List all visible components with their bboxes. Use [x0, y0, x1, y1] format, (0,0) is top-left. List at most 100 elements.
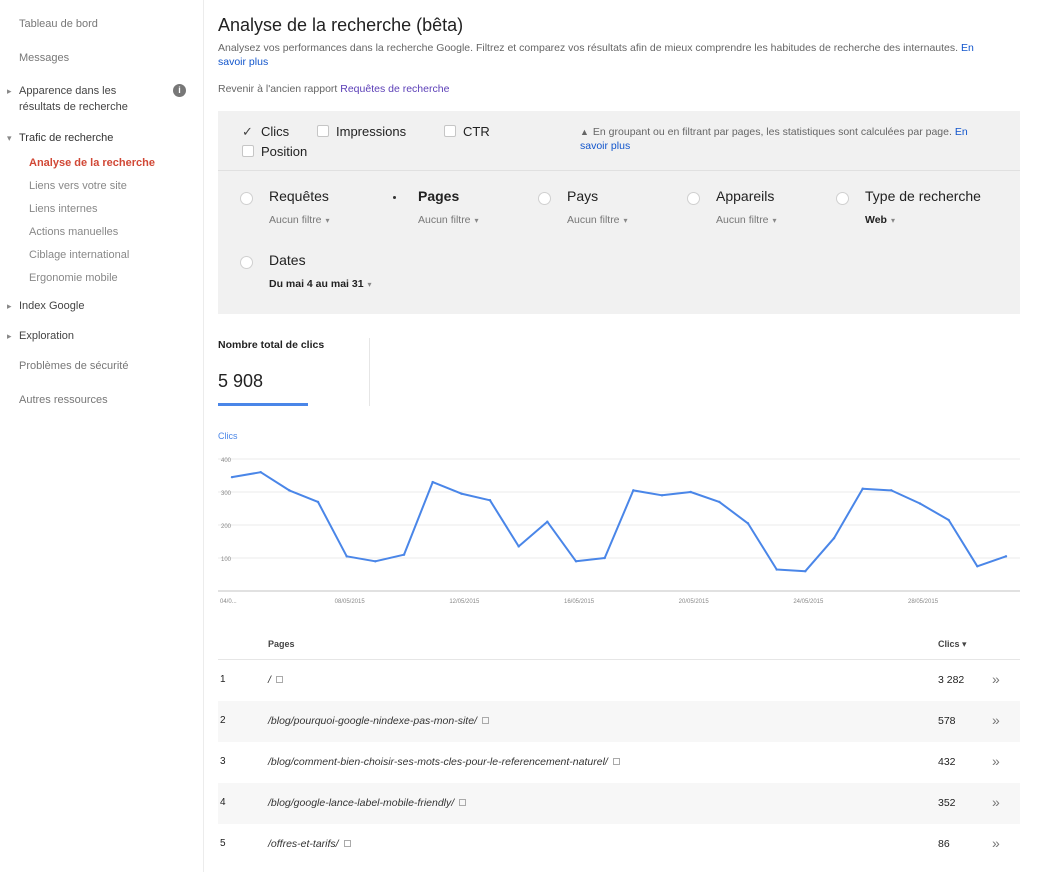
row-page-link[interactable]: /	[268, 674, 283, 686]
dimension-pages-filter[interactable]: Aucun filtre ▾	[418, 214, 479, 226]
radio-icon	[538, 192, 551, 205]
sidebar-item-dashboard[interactable]: Tableau de bord	[19, 16, 98, 32]
sidebar-subitem-search-analytics[interactable]: Analyse de la recherche	[29, 155, 155, 171]
metric-note-text: En groupant ou en filtrant par pages, le…	[592, 126, 952, 138]
data-point[interactable]	[431, 480, 434, 484]
external-link-icon[interactable]	[459, 799, 467, 806]
data-point[interactable]	[861, 487, 864, 490]
x-tick-label: 20/05/2015	[679, 599, 710, 605]
x-tick-label: 16/05/2015	[564, 599, 595, 605]
data-point[interactable]	[546, 520, 549, 523]
data-point[interactable]	[718, 500, 721, 504]
row-details-button[interactable]: »	[992, 835, 1000, 851]
data-point[interactable]	[316, 500, 320, 504]
revert-report-link[interactable]: Requêtes de recherche	[340, 83, 449, 95]
sidebar-item-other-resources[interactable]: Autres ressources	[19, 392, 108, 408]
divider	[369, 338, 370, 406]
row-rank: 4	[220, 797, 226, 808]
radio-icon	[240, 192, 253, 205]
sidebar-subitem-mobile-usability[interactable]: Ergonomie mobile	[29, 270, 118, 286]
data-point[interactable]	[632, 489, 635, 492]
sidebar: Tableau de bord Messages Apparence dans …	[0, 0, 204, 872]
data-point[interactable]	[947, 518, 950, 522]
data-point[interactable]	[230, 475, 234, 479]
row-page-link[interactable]: /blog/pourquoi-google-nindexe-pas-mon-si…	[268, 715, 489, 727]
data-point[interactable]	[890, 489, 893, 492]
sidebar-item-search-traffic[interactable]: Trafic de recherche	[7, 130, 113, 146]
chevron-down-icon: ▾	[367, 280, 372, 289]
dimension-dates-label: Dates	[269, 252, 306, 268]
sidebar-subitem-international-targeting[interactable]: Ciblage international	[29, 247, 129, 263]
dimension-devices-label: Appareils	[716, 188, 775, 204]
metric-position-checkbox[interactable]: Position	[242, 144, 307, 159]
row-rank: 5	[220, 838, 226, 849]
dimension-countries-filter[interactable]: Aucun filtre ▾	[567, 214, 628, 226]
external-link-icon[interactable]	[275, 676, 283, 683]
sidebar-subitem-internal-links[interactable]: Liens internes	[29, 201, 98, 217]
data-point[interactable]	[918, 502, 922, 505]
chart-series-label: Clics	[218, 431, 238, 441]
row-page-text: /	[268, 674, 271, 686]
chevron-down-icon: ▾	[890, 216, 895, 225]
metric-impressions-checkbox[interactable]: Impressions	[317, 124, 406, 139]
row-details-button[interactable]: »	[992, 753, 1000, 769]
table-row: 1 / 3 282 »	[218, 660, 1020, 701]
data-point[interactable]	[804, 570, 807, 573]
external-link-icon[interactable]	[343, 840, 351, 847]
data-point[interactable]	[1004, 555, 1008, 558]
row-details-button[interactable]: »	[992, 671, 1000, 687]
data-point[interactable]	[603, 556, 606, 560]
sidebar-subitem-manual-actions[interactable]: Actions manuelles	[29, 224, 118, 240]
filter-panel: ✓ Clics Impressions CTR Position ▲ En grou…	[218, 111, 1020, 314]
column-header-pages: Pages	[268, 639, 295, 649]
data-point[interactable]	[402, 553, 406, 556]
data-point[interactable]	[288, 489, 291, 492]
table-row: 5/offres-et-tarifs/86 »	[218, 824, 1020, 865]
dimension-search-type-filter[interactable]: Web ▾	[865, 214, 895, 226]
data-point[interactable]	[689, 490, 692, 494]
data-point[interactable]	[345, 555, 348, 558]
row-page-link[interactable]: /offres-et-tarifs/	[268, 838, 351, 850]
metric-ctr-checkbox[interactable]: CTR	[444, 124, 490, 139]
data-point[interactable]	[374, 560, 377, 563]
checkbox-icon	[317, 125, 329, 137]
sidebar-item-appearance[interactable]: Apparence dans les résultats de recherch…	[7, 83, 157, 115]
sidebar-item-messages[interactable]: Messages	[19, 50, 69, 66]
warning-icon: ▲	[580, 127, 589, 137]
metric-clicks-checkbox[interactable]: ✓ Clics	[242, 124, 289, 140]
metric-ctr-label: CTR	[463, 124, 490, 139]
row-clicks: 86	[938, 838, 950, 850]
info-icon[interactable]: i	[173, 84, 186, 97]
data-point[interactable]	[976, 565, 979, 568]
data-point[interactable]	[832, 537, 836, 540]
radio-selected-icon	[389, 192, 402, 205]
table-row: 4/blog/google-lance-label-mobile-friendl…	[218, 783, 1020, 824]
data-point[interactable]	[488, 499, 492, 502]
data-point[interactable]	[775, 568, 778, 571]
x-tick-label: 28/05/2015	[908, 599, 939, 605]
dimension-queries-filter[interactable]: Aucun filtre ▾	[269, 214, 330, 226]
external-link-icon[interactable]	[481, 717, 489, 724]
row-page-link[interactable]: /blog/comment-bien-choisir-ses-mots-cles…	[268, 756, 620, 768]
data-point[interactable]	[517, 545, 520, 548]
data-point[interactable]	[746, 522, 750, 525]
dimension-countries-label: Pays	[567, 188, 599, 204]
dimension-pages-label: Pages	[418, 188, 460, 204]
sidebar-item-security[interactable]: Problèmes de sécurité	[19, 358, 128, 374]
data-point[interactable]	[660, 494, 664, 497]
sidebar-item-google-index[interactable]: Index Google	[7, 298, 84, 314]
sidebar-subitem-links-to-site[interactable]: Liens vers votre site	[29, 178, 127, 194]
row-page-link[interactable]: /blog/google-lance-label-mobile-friendly…	[268, 797, 467, 809]
dimension-devices-filter[interactable]: Aucun filtre ▾	[716, 214, 777, 226]
checkbox-icon	[242, 145, 254, 157]
row-details-button[interactable]: »	[992, 712, 1000, 728]
row-details-button[interactable]: »	[992, 794, 1000, 810]
dimension-dates-filter[interactable]: Du mai 4 au mai 31 ▾	[269, 278, 372, 290]
data-point[interactable]	[259, 471, 262, 474]
data-point[interactable]	[574, 560, 578, 563]
data-point[interactable]	[460, 492, 463, 495]
column-header-clicks[interactable]: Clics ▾	[938, 639, 967, 650]
metric-impressions-label: Impressions	[336, 124, 407, 139]
external-link-icon[interactable]	[612, 758, 620, 765]
sidebar-item-crawl[interactable]: Exploration	[7, 328, 74, 344]
